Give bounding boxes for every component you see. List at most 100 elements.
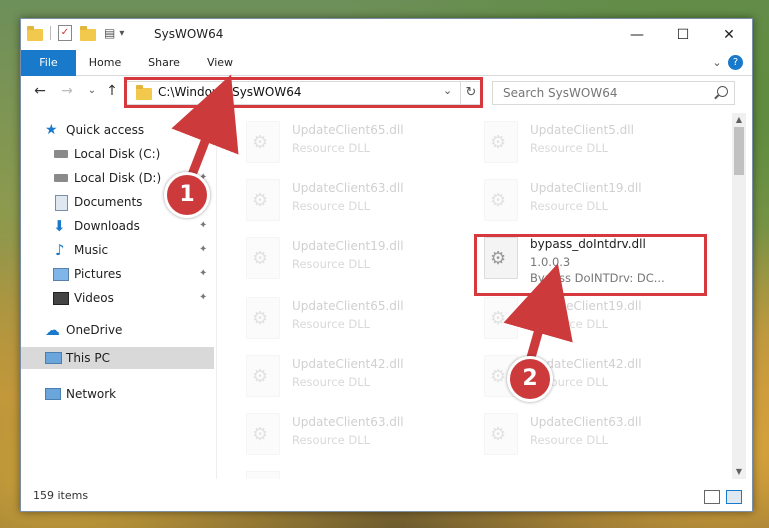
toolbar-divider <box>50 26 51 40</box>
sidebar-item-this-pc[interactable]: This PC <box>21 347 214 369</box>
file-type: Resource DLL <box>530 433 609 447</box>
search-icon[interactable] <box>717 86 728 97</box>
explorer-window: ✓ ▤ ▾ SysWOW64 — ☐ ✕ File Home Share Vie… <box>20 18 753 512</box>
pin-icon[interactable]: ✦ <box>199 143 207 165</box>
dll-file-icon <box>246 179 280 221</box>
sidebar-item-label: Documents <box>74 195 143 209</box>
expand-ribbon-icon[interactable]: ⌄ <box>709 50 725 75</box>
music-icon: ♪ <box>55 241 65 259</box>
list-item[interactable]: UpdateClient19.dll Resource DLL <box>481 175 711 223</box>
pin-icon[interactable]: ✦ <box>199 239 207 261</box>
forward-button[interactable]: → <box>58 82 76 100</box>
list-item[interactable]: UpdateClient19.dll Resource DLL <box>243 233 473 281</box>
item-count: 159 items <box>33 489 89 502</box>
drive-icon <box>54 174 68 182</box>
list-item[interactable]: UpdateClient63.dll Resource DLL <box>481 409 711 457</box>
highlighted-dll-file[interactable]: bypass_doIntdrv.dll 1.0.0.3 Bypass DoINT… <box>481 233 711 289</box>
scroll-thumb[interactable] <box>734 127 744 175</box>
file-type: Resource DLL <box>292 317 371 331</box>
customize-toolbar-icon[interactable]: ▤ <box>104 26 115 40</box>
dll-file-icon <box>484 179 518 221</box>
sidebar-item-label: Music <box>74 243 109 257</box>
file-type: Resource DLL <box>292 257 371 271</box>
star-icon: ★ <box>45 122 58 138</box>
drive-icon <box>54 150 68 158</box>
details-view-icon[interactable] <box>704 490 720 504</box>
close-button[interactable]: ✕ <box>706 19 752 50</box>
pin-icon[interactable]: ✦ <box>199 287 207 309</box>
minimize-button[interactable]: — <box>614 19 660 50</box>
tab-home[interactable]: Home <box>80 50 130 75</box>
search-input[interactable] <box>501 85 705 101</box>
dll-file-icon <box>246 297 280 339</box>
ribbon-tabs: File Home Share View ⌄ ? <box>21 50 752 98</box>
list-item[interactable]: UpdateClient63.dll Resource DLL <box>243 409 473 457</box>
file-type: Resource DLL <box>530 317 609 331</box>
list-item[interactable]: UpdateClient42.dll Resource DLL <box>243 351 473 399</box>
large-icons-view-icon[interactable] <box>726 490 742 504</box>
list-item[interactable]: UpdateClient19.dll Resource DLL <box>481 293 711 341</box>
properties-icon[interactable]: ✓ <box>58 25 72 41</box>
help-icon[interactable]: ? <box>728 55 743 70</box>
sidebar-item-label: Local Disk (D:) <box>74 171 162 185</box>
file-type: Resource DLL <box>530 199 609 213</box>
sidebar-item-onedrive[interactable]: ☁ OneDrive <box>21 319 214 341</box>
folder-icon[interactable] <box>27 25 43 41</box>
sidebar-item-label: This PC <box>66 351 110 365</box>
dll-file-icon <box>484 413 518 455</box>
sidebar-item-label: Downloads <box>74 219 140 233</box>
sidebar-item-label: OneDrive <box>66 323 123 337</box>
search-box[interactable] <box>492 81 735 105</box>
tab-share[interactable]: Share <box>139 50 189 75</box>
maximize-button[interactable]: ☐ <box>660 19 706 50</box>
vertical-scrollbar[interactable]: ▲ ▼ <box>732 113 746 479</box>
navigation-pane: ★ Quick access Local Disk (C:) ✦ Local D… <box>21 113 216 479</box>
scroll-down-icon[interactable]: ▼ <box>732 465 746 479</box>
tab-view[interactable]: View <box>195 50 245 75</box>
file-version: 1.0.0.3 <box>530 255 571 269</box>
scroll-up-icon[interactable]: ▲ <box>732 113 746 127</box>
sidebar-item-quick-access[interactable]: ★ Quick access <box>21 119 214 141</box>
step-1-callout: 1 <box>164 172 210 218</box>
sidebar-item-network[interactable]: Network <box>21 383 214 405</box>
sidebar-item-label: Local Disk (C:) <box>74 147 161 161</box>
file-name: UpdateClient5.dll <box>530 123 634 137</box>
sidebar-item-local-disk-c[interactable]: Local Disk (C:) ✦ <box>21 143 214 165</box>
refresh-button[interactable]: ↻ <box>460 82 481 104</box>
sidebar-item-downloads[interactable]: ⬇ Downloads ✦ <box>21 215 214 237</box>
new-folder-icon[interactable] <box>80 25 96 41</box>
file-list: UpdateClient65.dll Resource DLL UpdateCl… <box>217 113 732 479</box>
videos-icon <box>53 292 69 305</box>
up-button[interactable]: ↑ <box>103 82 121 100</box>
list-item[interactable]: UpdateClient65.dll Resource DLL <box>243 293 473 341</box>
file-name: UpdateClient63.dll <box>292 181 404 195</box>
pin-icon[interactable]: ✦ <box>199 215 207 237</box>
sidebar-item-pictures[interactable]: Pictures ✦ <box>21 263 214 285</box>
network-icon <box>45 388 61 400</box>
pictures-icon <box>53 268 69 281</box>
step-2-callout: 2 <box>507 356 553 402</box>
file-name: UpdateClient19.dll <box>292 239 404 253</box>
title-bar: ✓ ▤ ▾ SysWOW64 — ☐ ✕ <box>21 19 752 50</box>
address-dropdown-icon[interactable]: ⌄ <box>443 84 452 97</box>
file-description: Bypass DoINTDrv: DC... <box>530 271 665 285</box>
file-name: UpdateClient65.dll <box>292 123 404 137</box>
chevron-down-icon[interactable]: ▾ <box>119 28 124 39</box>
address-bar[interactable]: C:\Windows\SysWOW64 ⌄ ↻ <box>126 81 481 105</box>
dll-file-icon <box>246 121 280 163</box>
address-path[interactable]: C:\Windows\SysWOW64 <box>158 85 302 99</box>
list-item[interactable]: UpdateClient65.dll Resource DLL <box>243 117 473 165</box>
list-item[interactable]: UpdateClient63.dll Resource DLL <box>243 175 473 223</box>
recent-locations-button[interactable]: ⌄ <box>83 82 101 100</box>
back-button[interactable]: ← <box>31 82 49 100</box>
pin-icon[interactable]: ✦ <box>199 263 207 285</box>
sidebar-item-videos[interactable]: Videos ✦ <box>21 287 214 309</box>
navigation-bar: ← → ⌄ ↑ C:\Windows\SysWOW64 ⌄ ↻ <box>21 76 752 108</box>
list-item[interactable]: UpdateClient5.dll Resource DLL <box>481 117 711 165</box>
folder-icon <box>136 85 152 100</box>
sidebar-item-music[interactable]: ♪ Music ✦ <box>21 239 214 261</box>
file-name: UpdateClient63.dll <box>530 415 642 429</box>
dll-file-icon <box>246 237 280 279</box>
list-item[interactable] <box>243 467 473 479</box>
dll-file-icon <box>484 297 518 339</box>
